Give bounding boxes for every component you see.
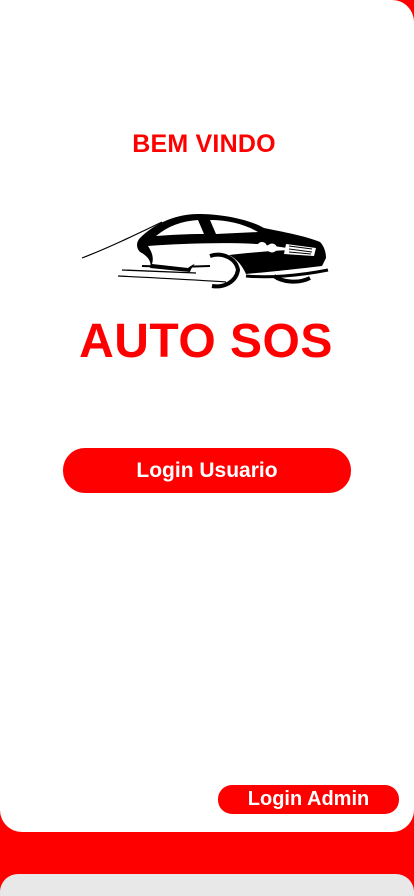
login-user-button[interactable]: Login Usuario: [63, 448, 351, 493]
app-screen: BEM VINDO AUTO SOS Login Usuario Login A…: [0, 0, 414, 896]
car-logo-icon: [81, 214, 329, 289]
app-name-title: AUTO SOS: [79, 315, 333, 368]
login-admin-button[interactable]: Login Admin: [218, 785, 399, 814]
welcome-card: BEM VINDO AUTO SOS Login Usuario Login A…: [0, 0, 414, 832]
welcome-title: BEM VINDO: [132, 130, 276, 158]
bottom-bar: [0, 874, 414, 896]
